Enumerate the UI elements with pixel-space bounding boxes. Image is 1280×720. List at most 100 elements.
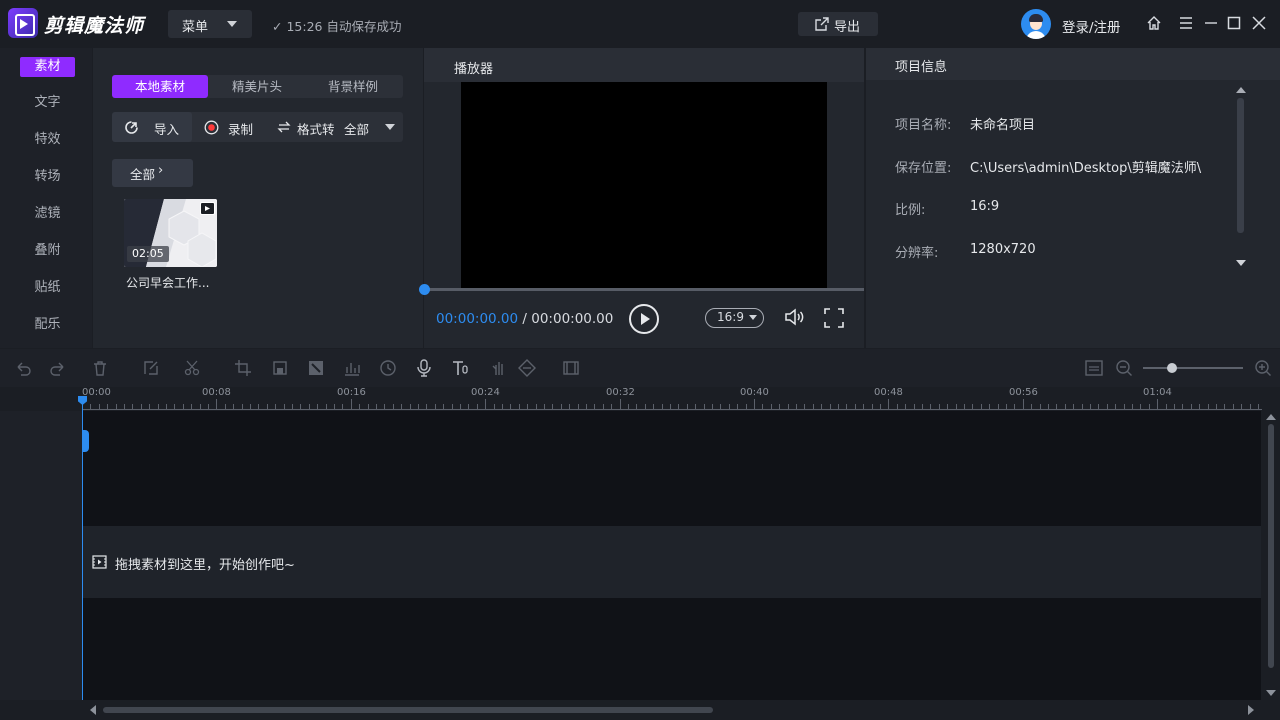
fullscreen-icon[interactable] bbox=[823, 307, 845, 329]
project-info-title: 项目信息 bbox=[895, 60, 948, 75]
info-scrollbar[interactable] bbox=[1237, 98, 1244, 233]
avatar[interactable] bbox=[1021, 9, 1051, 39]
current-time: 00:00:00.00 bbox=[436, 311, 519, 327]
tab-background-samples[interactable]: 背景样例 bbox=[308, 75, 398, 98]
maximize-icon[interactable] bbox=[1225, 14, 1243, 32]
sidebar-item-stickers[interactable]: 贴纸 bbox=[20, 278, 75, 298]
sidebar-item-music[interactable]: 配乐 bbox=[20, 315, 75, 335]
ruler-tick-label: 00:48 bbox=[874, 387, 903, 398]
film-frame-icon bbox=[92, 555, 107, 569]
scroll-left-icon[interactable] bbox=[90, 705, 96, 715]
menu-button[interactable]: 菜单 bbox=[168, 10, 252, 38]
chart-icon[interactable] bbox=[343, 359, 361, 377]
tab-local-material[interactable]: 本地素材 bbox=[112, 75, 208, 98]
convert-arrows-icon bbox=[277, 121, 291, 133]
import-icon bbox=[125, 121, 138, 134]
timeline-ruler[interactable]: 00:00 00:08 00:16 00:24 00:32 00:40 00:4… bbox=[82, 387, 1262, 411]
zoom-in-icon[interactable] bbox=[1254, 359, 1272, 377]
scroll-up-icon[interactable] bbox=[1266, 414, 1276, 420]
audio-track[interactable] bbox=[83, 598, 1261, 700]
resolution-label: 分辨率: bbox=[895, 246, 939, 261]
hamburger-menu-icon[interactable] bbox=[1177, 14, 1195, 32]
horizontal-scroll-thumb[interactable] bbox=[103, 707, 713, 713]
record-icon bbox=[204, 120, 219, 135]
tab-intros[interactable]: 精美片头 bbox=[212, 75, 302, 98]
redo-icon[interactable] bbox=[49, 359, 67, 377]
format-convert-button[interactable]: 格式转 bbox=[275, 112, 341, 142]
text-to-speech-icon[interactable] bbox=[451, 359, 469, 377]
save-location-value: C:\Users\admin\Desktop\剪辑魔法师\ bbox=[970, 161, 1202, 176]
record-label: 录制 bbox=[228, 122, 254, 137]
main-video-track[interactable] bbox=[83, 411, 1261, 526]
delete-icon[interactable] bbox=[91, 359, 109, 377]
material-panel: 本地素材 精美片头 背景样例 导入 录制 格式转 全部 全部 › 02:05 公… bbox=[93, 48, 423, 348]
record-button[interactable]: 录制 bbox=[202, 112, 264, 142]
close-icon[interactable] bbox=[1250, 14, 1268, 32]
export-button[interactable]: 导出 bbox=[798, 12, 878, 36]
picture-in-picture-icon[interactable] bbox=[307, 359, 325, 377]
folder-all-button[interactable]: 全部 › bbox=[112, 159, 193, 187]
undo-icon[interactable] bbox=[14, 359, 32, 377]
format-convert-label: 格式转 bbox=[297, 122, 335, 137]
play-button[interactable] bbox=[628, 303, 660, 335]
import-button[interactable]: 导入 bbox=[112, 112, 192, 142]
microphone-icon[interactable] bbox=[415, 359, 433, 377]
volume-icon[interactable] bbox=[783, 306, 805, 328]
sidebar-item-filters[interactable]: 滤镜 bbox=[20, 204, 75, 224]
playback-progress-handle[interactable] bbox=[419, 284, 430, 295]
ruler-tick-label: 00:32 bbox=[606, 387, 635, 398]
scroll-down-icon[interactable] bbox=[1266, 690, 1276, 696]
drop-hint-text: 拖拽素材到这里，开始创作吧~ bbox=[115, 558, 295, 573]
playback-progress-bar[interactable] bbox=[424, 288, 864, 291]
timeline-toolbar bbox=[0, 349, 1280, 387]
sidebar-item-text[interactable]: 文字 bbox=[20, 93, 75, 113]
film-strip-icon[interactable] bbox=[562, 359, 580, 377]
track-marker[interactable] bbox=[82, 430, 89, 452]
keyframe-icon[interactable] bbox=[518, 359, 536, 377]
ruler-tick-label: 00:40 bbox=[740, 387, 769, 398]
checkmark-icon: ✓ bbox=[272, 19, 287, 34]
zoom-slider-handle[interactable] bbox=[1167, 363, 1177, 373]
sidebar-item-transitions[interactable]: 转场 bbox=[20, 167, 75, 187]
filter-value: 全部 bbox=[344, 122, 370, 137]
sidebar-item-effects[interactable]: 特效 bbox=[20, 130, 75, 150]
sidebar-item-material[interactable]: 素材 bbox=[20, 57, 75, 77]
category-sidebar: 素材 文字 特效 转场 滤镜 叠附 贴纸 配乐 bbox=[0, 48, 92, 348]
sidebar-item-overlay[interactable]: 叠附 bbox=[20, 241, 75, 261]
minimize-icon[interactable] bbox=[1202, 14, 1220, 32]
preview-screen[interactable] bbox=[461, 82, 827, 288]
ruler-ticks bbox=[82, 399, 1262, 410]
aspect-ratio-select[interactable]: 16:9 bbox=[705, 308, 764, 328]
autosave-status: ✓ 15:26 自动保存成功 bbox=[272, 19, 402, 34]
player-title: 播放器 bbox=[454, 62, 494, 77]
material-tabs: 本地素材 精美片头 背景样例 bbox=[112, 75, 403, 98]
hand-icon[interactable] bbox=[490, 359, 508, 377]
export-label: 导出 bbox=[834, 20, 861, 35]
clock-icon[interactable] bbox=[379, 359, 397, 377]
scroll-right-icon[interactable] bbox=[1248, 705, 1254, 715]
ruler-tick-label: 00:24 bbox=[471, 387, 500, 398]
resolution-value: 1280x720 bbox=[970, 242, 1036, 257]
video-type-icon bbox=[200, 202, 215, 215]
filter-select[interactable]: 全部 bbox=[342, 112, 403, 142]
crop-icon[interactable] bbox=[234, 359, 252, 377]
import-label: 导入 bbox=[154, 122, 180, 137]
login-register-link[interactable]: 登录/注册 bbox=[1062, 16, 1121, 36]
fit-timeline-icon[interactable] bbox=[1085, 359, 1103, 377]
scroll-up-icon[interactable] bbox=[1236, 87, 1246, 93]
player-header: 播放器 bbox=[424, 48, 864, 82]
timeline-vertical-scroll-thumb[interactable] bbox=[1268, 424, 1274, 668]
zoom-out-icon[interactable] bbox=[1115, 359, 1133, 377]
media-thumbnail[interactable]: 02:05 bbox=[124, 199, 217, 267]
mosaic-icon[interactable] bbox=[271, 359, 289, 377]
zoom-slider[interactable] bbox=[1143, 367, 1243, 369]
scroll-down-icon[interactable] bbox=[1236, 260, 1246, 266]
ratio-value: 16:9 bbox=[970, 199, 1000, 214]
home-icon[interactable] bbox=[1145, 14, 1163, 32]
edit-icon[interactable] bbox=[142, 359, 160, 377]
ruler-tick-label: 00:08 bbox=[202, 387, 231, 398]
project-info-panel: 项目信息 项目名称: 未命名项目 保存位置: C:\Users\admin\De… bbox=[866, 48, 1280, 348]
project-name-value: 未命名项目 bbox=[970, 118, 1036, 133]
scissors-icon[interactable] bbox=[183, 359, 201, 377]
media-name: 公司早会工作... bbox=[126, 276, 210, 290]
